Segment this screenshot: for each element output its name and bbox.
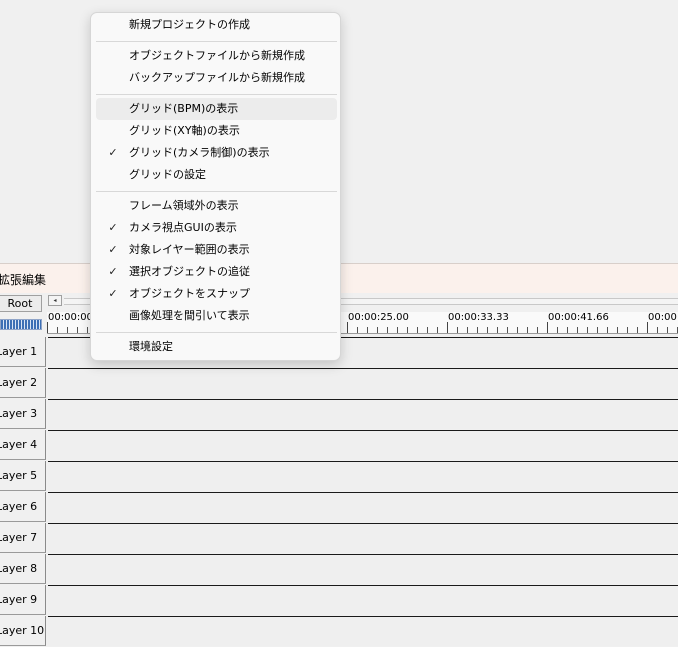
menu-item-new-from-object-file[interactable]: オブジェクトファイルから新規作成: [96, 45, 337, 67]
layer-row: Layer 3: [0, 399, 678, 430]
menu-separator: [96, 94, 337, 95]
layer-list: Layer 1 Layer 2 Layer 3 Layer 4 Layer 5 …: [0, 337, 678, 647]
root-button[interactable]: Root: [0, 295, 42, 312]
ruler-time-label: 00:00:25.00: [348, 312, 409, 323]
ruler-time-label: 00:00:33.33: [448, 312, 509, 323]
layer-label[interactable]: Layer 1: [0, 337, 46, 367]
layer-row: Layer 5: [0, 461, 678, 492]
layer-row: Layer 8: [0, 554, 678, 585]
menu-item-follow-selected[interactable]: ✓ 選択オブジェクトの追従: [96, 261, 337, 283]
menu-item-label: フレーム領域外の表示: [129, 199, 239, 212]
ruler-time-label: 00:00:00: [48, 312, 93, 323]
menu-item-grid-xy[interactable]: グリッド(XY軸)の表示: [96, 120, 337, 142]
menu-item-label: グリッド(XY軸)の表示: [129, 124, 240, 137]
layer-track[interactable]: [48, 554, 678, 584]
menu-item-label: 選択オブジェクトの追従: [129, 265, 250, 278]
layer-track[interactable]: [48, 430, 678, 460]
menu-item-new-project[interactable]: 新規プロジェクトの作成: [96, 14, 337, 36]
checkmark-icon: ✓: [108, 243, 118, 256]
menu-item-new-from-backup-file[interactable]: バックアップファイルから新規作成: [96, 67, 337, 89]
ruler-major-tick: [547, 322, 548, 333]
checkmark-icon: ✓: [108, 221, 118, 234]
menu-item-thin-image-processing[interactable]: 画像処理を間引いて表示: [96, 305, 337, 327]
ruler-major-tick: [447, 322, 448, 333]
ruler-major-tick: [47, 322, 48, 333]
layer-label[interactable]: Layer 3: [0, 399, 46, 429]
menu-item-grid-bpm[interactable]: グリッド(BPM)の表示: [96, 98, 337, 120]
menu-item-label: グリッドの設定: [129, 168, 206, 181]
menu-item-layer-range[interactable]: ✓ 対象レイヤー範囲の表示: [96, 239, 337, 261]
checkmark-icon: ✓: [108, 146, 118, 159]
scroll-left-arrow-icon[interactable]: ◂: [48, 295, 62, 306]
menu-separator: [96, 41, 337, 42]
layer-row: Layer 7: [0, 523, 678, 554]
layer-label[interactable]: Layer 6: [0, 492, 46, 522]
menu-item-label: グリッド(カメラ制御)の表示: [129, 146, 270, 159]
layer-row: Layer 6: [0, 492, 678, 523]
layer-track[interactable]: [48, 399, 678, 429]
layer-label[interactable]: Layer 7: [0, 523, 46, 553]
window-title: 拡張編集: [0, 273, 47, 287]
ruler-major-tick: [347, 322, 348, 333]
menu-item-label: カメラ視点GUIの表示: [129, 221, 237, 234]
layer-row: Layer 2: [0, 368, 678, 399]
menu-item-show-outside-frame[interactable]: フレーム領域外の表示: [96, 195, 337, 217]
menu-item-label: 画像処理を間引いて表示: [129, 309, 250, 322]
menu-item-label: 対象レイヤー範囲の表示: [129, 243, 250, 256]
menu-item-snap-objects[interactable]: ✓ オブジェクトをスナップ: [96, 283, 337, 305]
layer-label[interactable]: Layer 9: [0, 585, 46, 615]
menu-item-label: 新規プロジェクトの作成: [129, 18, 250, 31]
menu-separator: [96, 332, 337, 333]
layer-track[interactable]: [48, 523, 678, 553]
context-menu: 新規プロジェクトの作成 オブジェクトファイルから新規作成 バックアップファイルか…: [90, 12, 341, 361]
menu-item-grid-camera[interactable]: ✓ グリッド(カメラ制御)の表示: [96, 142, 337, 164]
checkmark-icon: ✓: [108, 265, 118, 278]
layer-label[interactable]: Layer 5: [0, 461, 46, 491]
layer-label[interactable]: Layer 4: [0, 430, 46, 460]
checkmark-icon: ✓: [108, 287, 118, 300]
ruler-time-label: 00:00:41.66: [548, 312, 609, 323]
menu-item-label: オブジェクトファイルから新規作成: [129, 49, 305, 62]
menu-item-grid-settings[interactable]: グリッドの設定: [96, 164, 337, 186]
menu-separator: [96, 191, 337, 192]
ruler-major-tick: [647, 322, 648, 333]
menu-item-label: グリッド(BPM)の表示: [129, 102, 239, 115]
layer-track[interactable]: [48, 492, 678, 522]
layer-track[interactable]: [48, 585, 678, 615]
menu-item-label: 環境設定: [129, 340, 173, 353]
layer-label[interactable]: Layer 2: [0, 368, 46, 398]
menu-item-label: オブジェクトをスナップ: [129, 287, 250, 300]
layer-row: Layer 9: [0, 585, 678, 616]
menu-item-camera-gui[interactable]: ✓ カメラ視点GUIの表示: [96, 217, 337, 239]
layer-label[interactable]: Layer 8: [0, 554, 46, 584]
layer-row: Layer 4: [0, 430, 678, 461]
menu-item-label: バックアップファイルから新規作成: [129, 71, 305, 84]
layer-track[interactable]: [48, 368, 678, 398]
layer-row: Layer 10: [0, 616, 678, 647]
zoom-level-meter[interactable]: [0, 319, 42, 330]
menu-item-preferences[interactable]: 環境設定: [96, 336, 337, 358]
layer-track[interactable]: [48, 461, 678, 491]
ruler-time-label: 00:00: [648, 312, 677, 323]
